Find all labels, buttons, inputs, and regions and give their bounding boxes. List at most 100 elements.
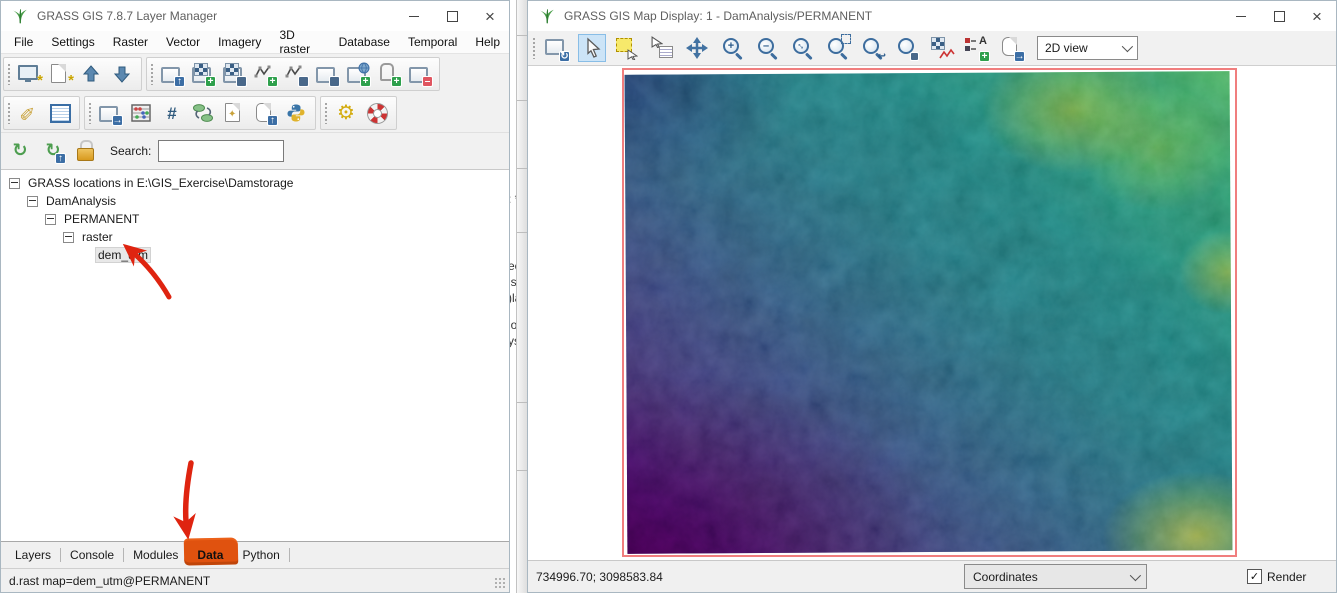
open-workspace-icon [83, 65, 99, 83]
tree-row-raster-group[interactable]: raster [1, 228, 509, 246]
menu-help[interactable]: Help [466, 33, 509, 51]
attribute-table-button[interactable] [47, 101, 73, 125]
pencil-icon [21, 102, 37, 125]
expander-icon[interactable] [63, 232, 74, 243]
render-display-button[interactable]: ↻ [543, 34, 571, 62]
tree-row-location[interactable]: DamAnalysis [1, 192, 509, 210]
select-tool-button[interactable] [613, 34, 641, 62]
raster-icon [194, 63, 208, 76]
layer-manager-window: GRASS GIS 7.8.7 Layer Manager File Setti… [0, 0, 510, 593]
query-tool-button[interactable] [648, 34, 676, 62]
add-multiple-layers-button[interactable]: ↑ [159, 62, 185, 86]
render-control: Render [1247, 569, 1306, 584]
tree-row-dem-utm[interactable]: dem_utm [1, 246, 509, 264]
tree-label-selected[interactable]: dem_utm [95, 247, 151, 263]
zoom-back-button[interactable]: ↩ [858, 34, 886, 62]
reload-mapset-button[interactable]: ↑ [40, 139, 66, 163]
zoom-options-button[interactable] [893, 34, 921, 62]
add-command-layer-button[interactable] [314, 62, 340, 86]
add-web-service-layer-button[interactable]: + [345, 62, 371, 86]
tree-label[interactable]: raster [79, 229, 116, 245]
toolbar-grip[interactable] [88, 102, 92, 124]
import-badge-icon: ↑ [267, 115, 278, 126]
cartographic-composer-button[interactable]: ✦ [221, 101, 247, 125]
map-display-titlebar[interactable]: GRASS GIS Map Display: 1 - DamAnalysis/P… [528, 1, 1336, 31]
add-raster-layer-button[interactable]: + [190, 62, 216, 86]
graphical-modeler-button[interactable] [190, 101, 216, 125]
layer-manager-statusbar: d.rast map=dem_utm@PERMANENT [1, 568, 509, 592]
lock-icon [77, 148, 94, 161]
expander-icon[interactable] [27, 196, 38, 207]
resize-grip[interactable] [494, 577, 506, 589]
remove-layer-button[interactable]: – [407, 62, 433, 86]
menu-file[interactable]: File [5, 33, 42, 51]
toolbar-grip[interactable] [7, 102, 11, 124]
zoom-extent-button[interactable]: ↔ [788, 34, 816, 62]
zoom-region-button[interactable] [823, 34, 851, 62]
expander-icon[interactable] [45, 214, 56, 225]
edit-vector-button[interactable] [16, 101, 42, 125]
unlock-mapsets-button[interactable] [73, 139, 99, 163]
add-various-raster-button[interactable] [221, 62, 247, 86]
map-canvas[interactable] [528, 66, 1336, 560]
pan-tool-button[interactable] [683, 34, 711, 62]
menu-temporal[interactable]: Temporal [399, 33, 466, 51]
pointer-tool-button[interactable] [578, 34, 606, 62]
tab-python[interactable]: Python [236, 548, 285, 562]
search-input[interactable] [158, 140, 284, 162]
import-badge-icon: ↑ [55, 153, 66, 164]
tree-label[interactable]: PERMANENT [61, 211, 142, 227]
tab-modules[interactable]: Modules [127, 548, 184, 562]
zoom-out-button[interactable]: – [753, 34, 781, 62]
add-group-button[interactable]: + [376, 62, 402, 86]
save-display-button[interactable]: → [998, 34, 1026, 62]
minimize-button[interactable] [1222, 1, 1260, 31]
workspace-toolbar: * * ↑ + + + + – [1, 54, 509, 94]
maximize-button[interactable] [1260, 1, 1298, 31]
tab-data[interactable]: Data [191, 548, 229, 562]
close-button[interactable] [1298, 1, 1336, 31]
menu-vector[interactable]: Vector [157, 33, 209, 51]
save-workspace-button[interactable] [109, 62, 135, 86]
zoom-in-button[interactable]: + [718, 34, 746, 62]
add-various-vector-button[interactable] [283, 62, 309, 86]
search-label: Search: [110, 144, 151, 158]
new-workspace-button[interactable]: * [47, 62, 73, 86]
tree-row-locations[interactable]: GRASS locations in E:\GIS_Exercise\Damst… [1, 174, 509, 192]
menu-raster[interactable]: Raster [104, 33, 157, 51]
maximize-button[interactable] [433, 1, 471, 31]
tab-layers[interactable]: Layers [9, 548, 57, 562]
reload-tree-button[interactable] [7, 139, 33, 163]
tab-console[interactable]: Console [64, 548, 120, 562]
close-button[interactable] [471, 1, 509, 31]
georectify-button[interactable] [159, 101, 185, 125]
render-checkbox[interactable] [1247, 569, 1262, 584]
menu-database[interactable]: Database [330, 33, 399, 51]
add-overlay-button[interactable]: A+ [963, 34, 991, 62]
expander-icon[interactable] [9, 178, 20, 189]
tree-label[interactable]: DamAnalysis [43, 193, 119, 209]
new-map-display-button[interactable]: * [16, 62, 42, 86]
view-mode-dropdown[interactable]: 2D view [1037, 36, 1138, 60]
help-button[interactable] [364, 101, 390, 125]
open-workspace-button[interactable] [78, 62, 104, 86]
tree-row-mapset[interactable]: PERMANENT [1, 210, 509, 228]
tree-label[interactable]: GRASS locations in E:\GIS_Exercise\Damst… [25, 175, 296, 191]
background-scrollbar[interactable] [516, 0, 527, 593]
toolbar-grip[interactable] [150, 63, 154, 85]
menu-imagery[interactable]: Imagery [209, 33, 270, 51]
raster-calculator-button[interactable] [128, 101, 154, 125]
statusbar-mode-dropdown[interactable]: Coordinates [964, 564, 1147, 589]
toolbar-grip[interactable] [532, 37, 536, 59]
python-shell-button[interactable] [283, 101, 309, 125]
run-script-button[interactable]: ↑ [252, 101, 278, 125]
add-vector-layer-button[interactable]: + [252, 62, 278, 86]
menu-settings[interactable]: Settings [42, 33, 103, 51]
analyze-map-button[interactable] [928, 34, 956, 62]
toolbar-grip[interactable] [324, 102, 328, 124]
minimize-button[interactable] [395, 1, 433, 31]
layer-manager-titlebar[interactable]: GRASS GIS 7.8.7 Layer Manager [1, 1, 509, 31]
toolbar-grip[interactable] [7, 63, 11, 85]
import-data-button[interactable]: → [97, 101, 123, 125]
gui-settings-button[interactable] [333, 101, 359, 125]
